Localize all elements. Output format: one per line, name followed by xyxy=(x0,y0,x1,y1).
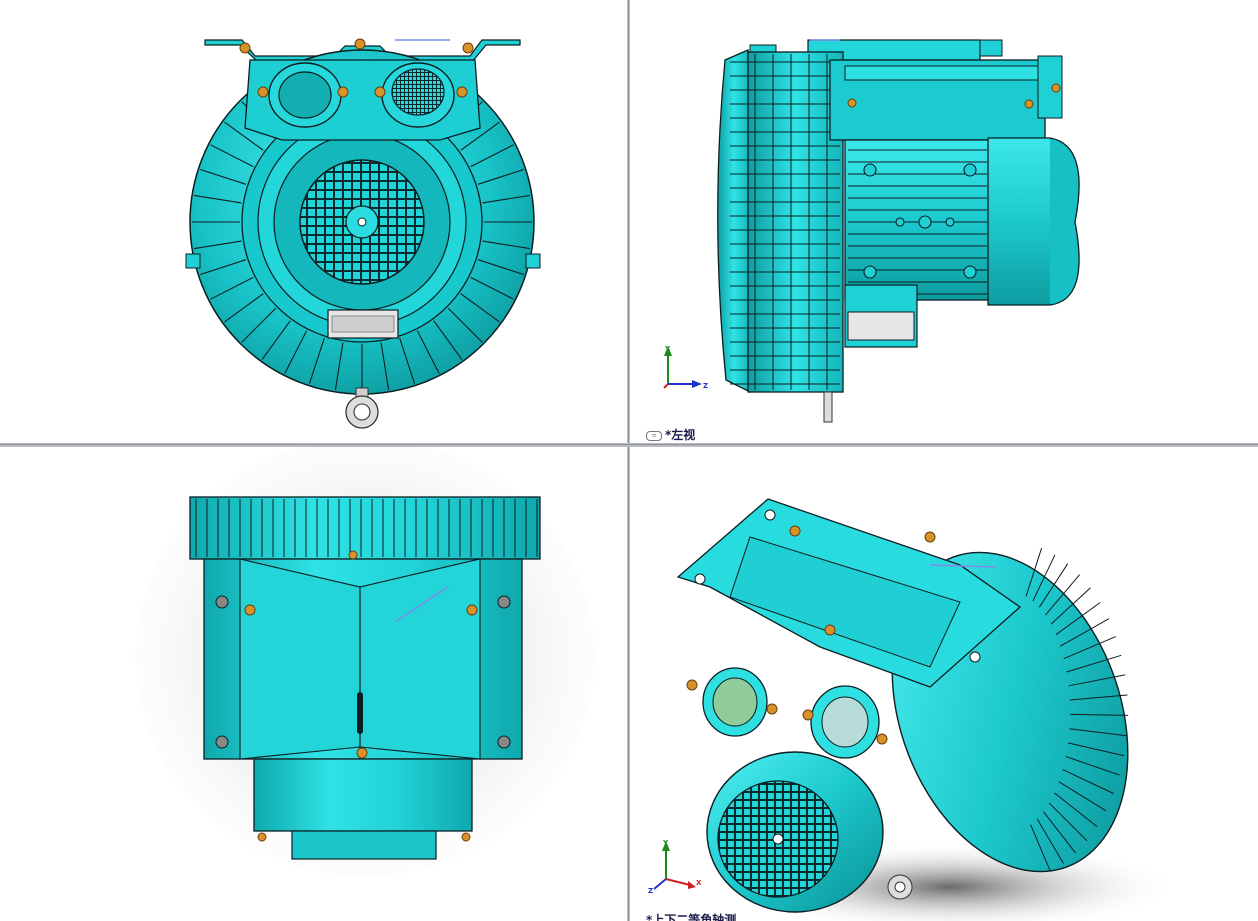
view-name-left: ⬭ *左视 xyxy=(646,426,695,443)
triad-z-label: Z xyxy=(648,887,653,895)
axis-triad: Y Z xyxy=(663,345,708,390)
iso-viewport[interactable]: Y X Z *上下二等角轴测 xyxy=(630,447,1258,921)
top-viewport[interactable] xyxy=(0,447,627,921)
triad-z-label: Z xyxy=(703,382,708,390)
iso-view-model[interactable]: Y X Z xyxy=(630,447,1258,921)
front-view-model[interactable] xyxy=(0,0,627,443)
triad-y-label: Y xyxy=(662,839,669,847)
top-view-model[interactable] xyxy=(0,447,627,921)
axis-triad: Y X Z xyxy=(648,839,702,895)
left-viewport[interactable]: Y Z ⬭ *左视 xyxy=(630,0,1258,443)
left-view-model[interactable]: Y Z xyxy=(630,0,1258,443)
view-name-iso: *上下二等角轴测 xyxy=(646,913,737,921)
view-label-text: *左视 xyxy=(665,428,696,442)
front-viewport[interactable] xyxy=(0,0,627,443)
viewport-splitter-vertical[interactable] xyxy=(627,0,630,921)
viewport-splitter-horizontal[interactable] xyxy=(0,443,1258,447)
view-chip-icon: ⬭ xyxy=(646,430,662,441)
triad-x-label: X xyxy=(696,879,702,887)
triad-y-label: Y xyxy=(664,345,671,353)
